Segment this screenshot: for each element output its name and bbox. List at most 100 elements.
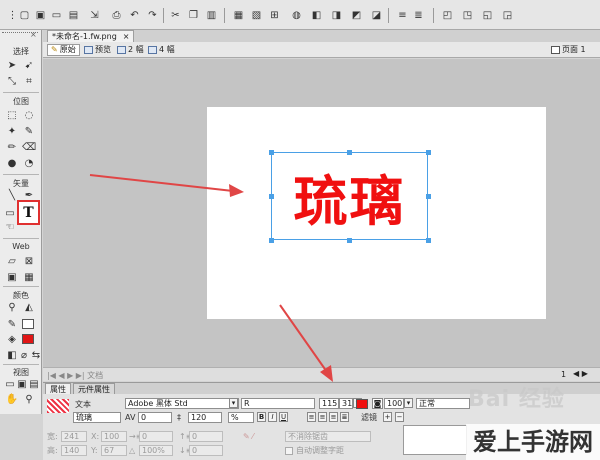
lasso-tool-icon[interactable]: ◌ [22, 108, 36, 122]
brush-tool-icon[interactable]: ✎ [22, 124, 36, 138]
filters-list[interactable] [403, 425, 467, 455]
back-icon[interactable]: ◪ [370, 9, 383, 22]
rotate-left-icon[interactable]: ◰ [441, 9, 454, 22]
swap-colors-icon[interactable]: ⇆ [29, 348, 43, 362]
kerning-field[interactable]: 0 [138, 412, 172, 423]
hand-tool-icon[interactable]: ✋ [5, 392, 19, 406]
tab-properties[interactable]: 属性 [45, 383, 71, 394]
import-icon[interactable]: ⇲ [88, 9, 101, 22]
text-selection-box[interactable] [271, 152, 428, 240]
leading-field[interactable]: 120 [188, 412, 222, 423]
scale-tool-icon[interactable]: ⤡ [5, 74, 19, 88]
group-icon[interactable]: ▦ [232, 9, 245, 22]
undo-icon[interactable]: ↶ [128, 9, 141, 22]
document-tab-close-icon[interactable]: × [123, 31, 130, 42]
eyedropper-tool-icon[interactable]: ⚲ [5, 300, 19, 314]
handle-top-right[interactable] [426, 150, 431, 155]
handle-mid-left[interactable] [269, 194, 274, 199]
view-original-button[interactable]: ✎ 原始 [47, 44, 80, 56]
forward-icon[interactable]: ◨ [330, 9, 343, 22]
opacity-dropdown-icon[interactable]: ▾ [404, 398, 413, 408]
scale-field[interactable]: 100% [139, 445, 173, 456]
handle-bottom-left[interactable] [269, 238, 274, 243]
blend-mode-select[interactable]: 正常 [416, 398, 470, 409]
pointer-tool-icon[interactable]: ➤ [5, 58, 19, 72]
space-after-field[interactable]: 0 [189, 445, 223, 456]
bold-button[interactable]: B [257, 412, 266, 422]
union-icon[interactable]: ◍ [290, 9, 303, 22]
stroke-swatch[interactable] [22, 319, 34, 329]
fill-color-icon[interactable]: ◈ [5, 332, 19, 346]
underline-button[interactable]: U [279, 412, 288, 422]
tab-symbol-properties[interactable]: 元件属性 [73, 383, 115, 394]
height-field[interactable]: 140 [61, 445, 87, 456]
remove-filter-button[interactable]: − [395, 412, 404, 422]
join-icon[interactable]: ⊞ [268, 9, 281, 22]
italic-button[interactable]: I [268, 412, 277, 422]
front-icon[interactable]: ◧ [310, 9, 323, 22]
add-filter-button[interactable]: + [383, 412, 392, 422]
x-field[interactable]: 100 [101, 431, 127, 442]
crop-tool-icon[interactable]: ⌗ [22, 74, 36, 88]
hide-slices-icon[interactable]: ▣ [5, 270, 19, 284]
paste-icon[interactable]: ▥ [205, 9, 218, 22]
save-icon[interactable]: ▣ [34, 9, 47, 22]
handle-top-left[interactable] [269, 150, 274, 155]
marquee-tool-icon[interactable]: ⬚ [5, 108, 19, 122]
paint-bucket-icon[interactable]: ◭ [22, 300, 36, 314]
copy-icon[interactable]: ❐ [187, 9, 200, 22]
handle-bottom-right[interactable] [426, 238, 431, 243]
align-dropdown-icon[interactable]: ≣ [412, 9, 425, 22]
font-family-dropdown-icon[interactable]: ▾ [229, 398, 238, 408]
width-field[interactable]: 241 [61, 431, 87, 442]
save-as-icon[interactable]: ▤ [67, 9, 80, 22]
close-panel-icon[interactable]: × [30, 30, 37, 39]
object-name-field[interactable]: 琉璃 [73, 412, 121, 423]
magic-wand-icon[interactable]: ✦ [5, 124, 19, 138]
y-field[interactable]: 67 [101, 445, 127, 456]
pencil-tool-icon[interactable]: ✏ [5, 140, 19, 154]
view-preview-button[interactable]: 预览 [81, 44, 114, 56]
document-tab[interactable]: *未命名-1.fw.png × [47, 30, 135, 42]
opacity-field[interactable]: 100 [384, 398, 404, 409]
rectangle-tool-icon[interactable]: ▭ [3, 206, 17, 220]
align-right-icon[interactable]: ≡ [329, 412, 338, 422]
indent-field[interactable]: 0 [139, 431, 173, 442]
align-center-icon[interactable]: ≡ [318, 412, 327, 422]
page-selector[interactable]: 页面 1 [548, 44, 589, 56]
scroll-arrows-icon[interactable]: ◀ ▶ [573, 369, 588, 378]
slice-tool-icon[interactable]: ⊠ [22, 254, 36, 268]
auto-kern-checkbox[interactable] [285, 447, 293, 455]
text-color-swatch[interactable] [356, 399, 368, 409]
open-icon[interactable]: ▭ [50, 9, 63, 22]
rotate-right-icon[interactable]: ◳ [461, 9, 474, 22]
font-size-field[interactable]: 115 [319, 398, 339, 409]
view-2up-button[interactable]: 2 幅 [114, 44, 147, 56]
redo-icon[interactable]: ↷ [146, 9, 159, 22]
flip-h-icon[interactable]: ◱ [481, 9, 494, 22]
leading-unit-select[interactable]: % [228, 412, 254, 423]
zoom-tool-icon[interactable]: ⚲ [22, 392, 36, 406]
font-family-select[interactable]: Adobe 黑体 Std [125, 398, 239, 409]
font-size-field-2[interactable]: 31 [339, 398, 353, 409]
handle-bottom-mid[interactable] [347, 238, 352, 243]
stroke-color-icon[interactable]: ✎ [5, 317, 19, 331]
font-style-select[interactable]: R [241, 398, 315, 409]
text-tool-highlighted[interactable]: T [17, 200, 40, 225]
smudge-tool-icon[interactable]: ◔ [22, 156, 36, 170]
eraser-tool-icon[interactable]: ⌫ [22, 140, 36, 154]
fill-swatch[interactable] [22, 334, 34, 344]
space-before-field[interactable]: 0 [189, 431, 223, 442]
flip-v-icon[interactable]: ◲ [501, 9, 514, 22]
view-4up-button[interactable]: 4 幅 [145, 44, 178, 56]
fullscreen-icon[interactable]: ▤ [27, 377, 41, 391]
align-icon[interactable]: ≡ [396, 9, 409, 22]
handle-top-mid[interactable] [347, 150, 352, 155]
backward-icon[interactable]: ◩ [350, 9, 363, 22]
handle-mid-right[interactable] [426, 194, 431, 199]
subselect-tool-icon[interactable]: ➹ [22, 58, 36, 72]
antialias-select[interactable]: 不消除锯齿 [285, 431, 371, 442]
align-justify-icon[interactable]: ≣ [340, 412, 349, 422]
freeform-tool-icon[interactable]: ☜ [3, 220, 17, 234]
hotspot-tool-icon[interactable]: ▱ [5, 254, 19, 268]
